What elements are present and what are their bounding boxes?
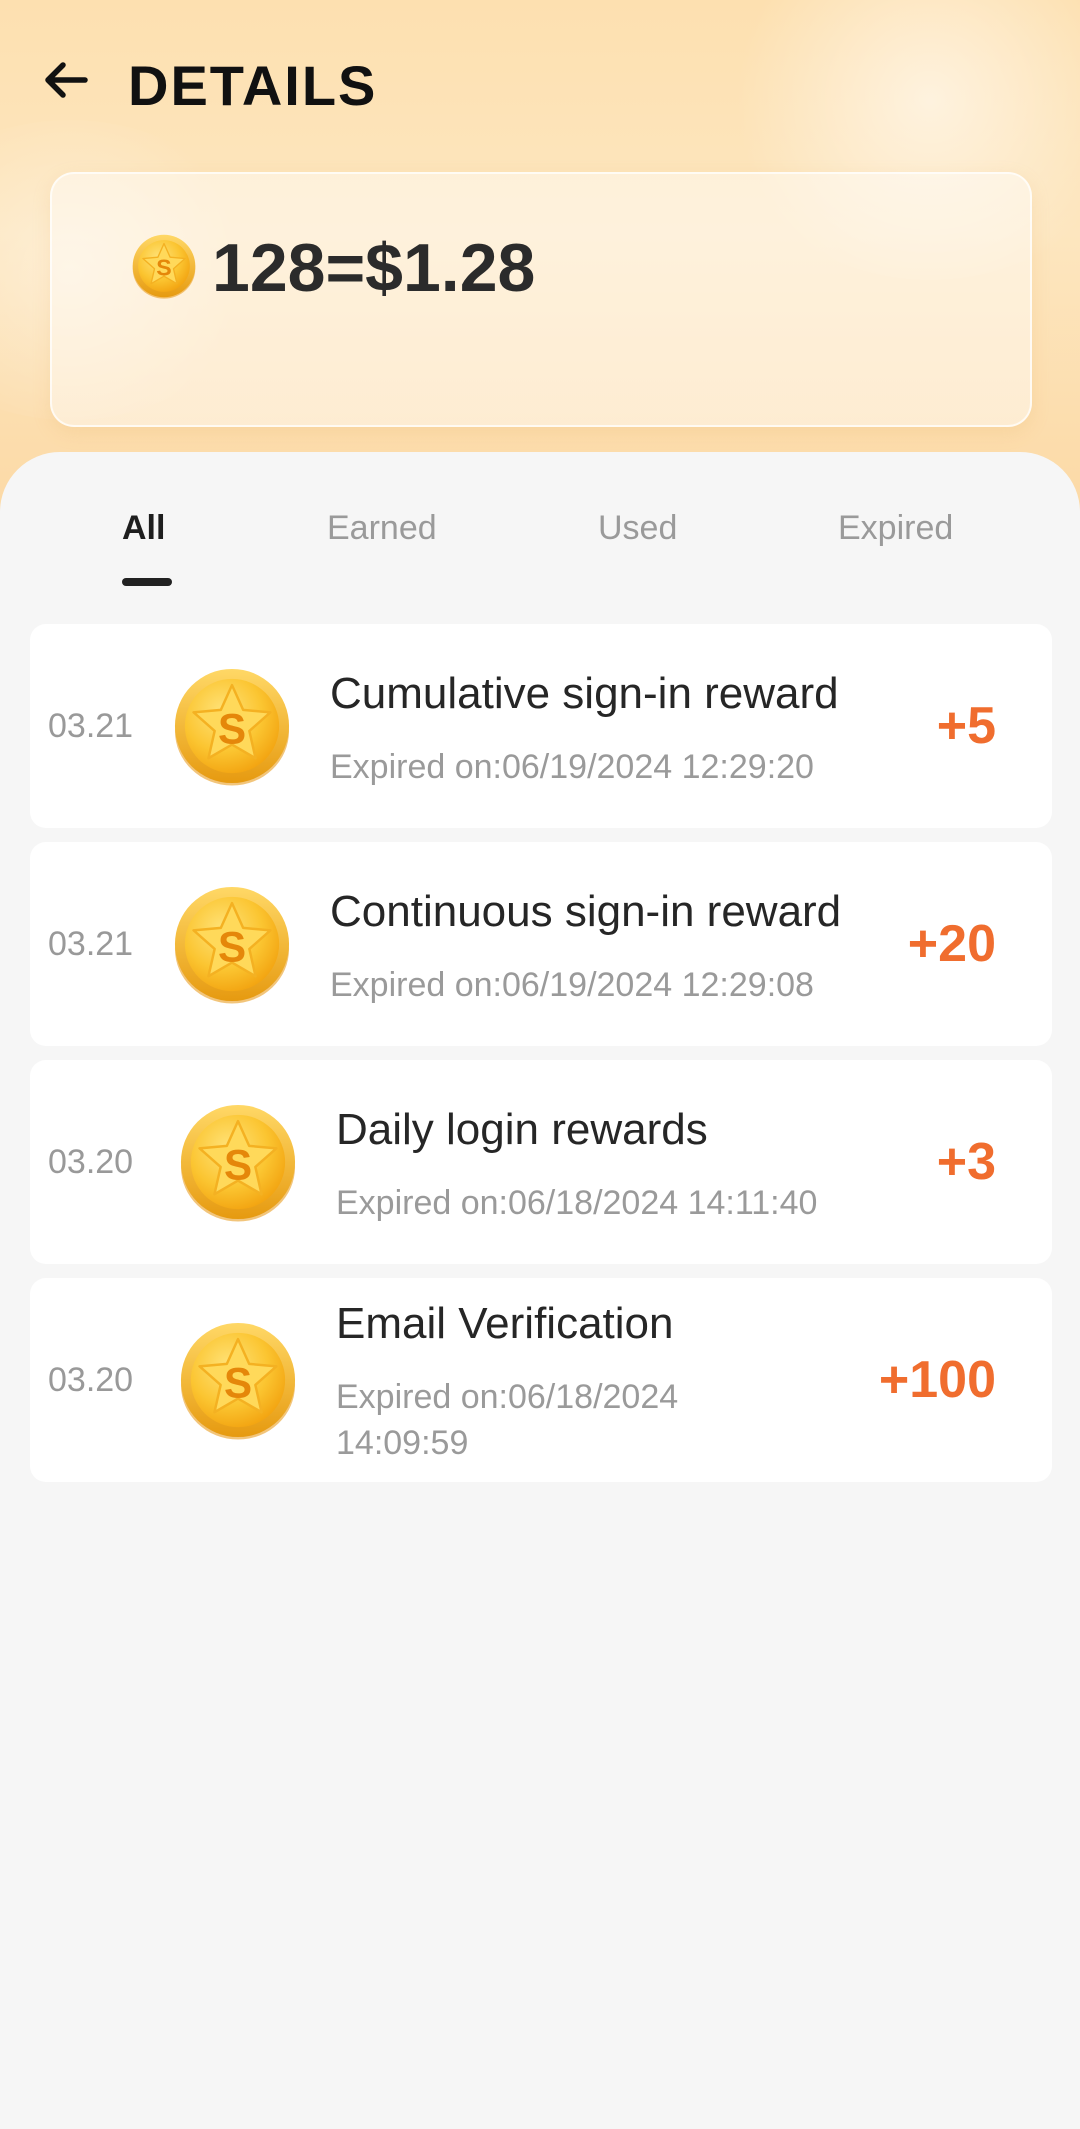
- active-tab-indicator: [122, 578, 172, 586]
- record-title: Continuous sign-in reward: [330, 887, 842, 936]
- list-item[interactable]: 03.20 Daily login rewards Expired on:06/…: [30, 1060, 1052, 1264]
- back-button[interactable]: [36, 50, 96, 110]
- tab-all[interactable]: All: [122, 508, 165, 548]
- coin-icon: [170, 882, 294, 1006]
- record-title: Email Verification: [336, 1299, 674, 1348]
- header: DETAILS: [0, 0, 1080, 170]
- list-item[interactable]: 03.21 Cumulative sign-in reward Expired …: [30, 624, 1052, 828]
- list-item[interactable]: 03.20 Email Verification Expired on:06/1…: [30, 1278, 1052, 1482]
- record-expiry: Expired on:06/19/2024 12:29:08: [330, 966, 814, 1004]
- record-date: 03.20: [48, 1361, 134, 1399]
- record-points: +100: [878, 1351, 996, 1409]
- record-points: +20: [907, 915, 996, 973]
- record-expiry: Expired on:06/18/2024 14:11:40: [336, 1184, 818, 1222]
- list-item[interactable]: 03.21 Continuous sign-in reward Expired …: [30, 842, 1052, 1046]
- arrow-left-icon: [45, 62, 88, 98]
- coin-icon: [176, 1318, 300, 1442]
- coin-icon: [176, 1100, 300, 1224]
- tab-used[interactable]: Used: [598, 508, 677, 548]
- record-expiry: Expired on:06/18/2024 14:09:59: [336, 1378, 679, 1462]
- balance-amount: 128=$1.28: [212, 230, 536, 306]
- records-list: 03.21 Cumulative sign-in reward Expired …: [30, 624, 1052, 1496]
- coin-icon: [170, 664, 294, 788]
- tab-expired[interactable]: Expired: [838, 508, 953, 548]
- record-points: +3: [936, 1133, 996, 1191]
- records-panel: All Earned Used Expired 03.21 Cumulative…: [0, 452, 1080, 2129]
- tab-earned[interactable]: Earned: [327, 508, 437, 548]
- coin-icon: [130, 232, 198, 300]
- page-title: DETAILS: [128, 54, 378, 117]
- record-date: 03.21: [48, 925, 134, 963]
- balance-card: 128=$1.28: [50, 172, 1032, 427]
- record-title: Cumulative sign-in reward: [330, 669, 839, 718]
- record-expiry: Expired on:06/19/2024 12:29:20: [330, 748, 814, 786]
- record-date: 03.20: [48, 1143, 134, 1181]
- record-title: Daily login rewards: [336, 1105, 708, 1154]
- filter-tabs: All Earned Used Expired: [0, 452, 1080, 602]
- record-date: 03.21: [48, 707, 134, 745]
- record-points: +5: [936, 697, 996, 755]
